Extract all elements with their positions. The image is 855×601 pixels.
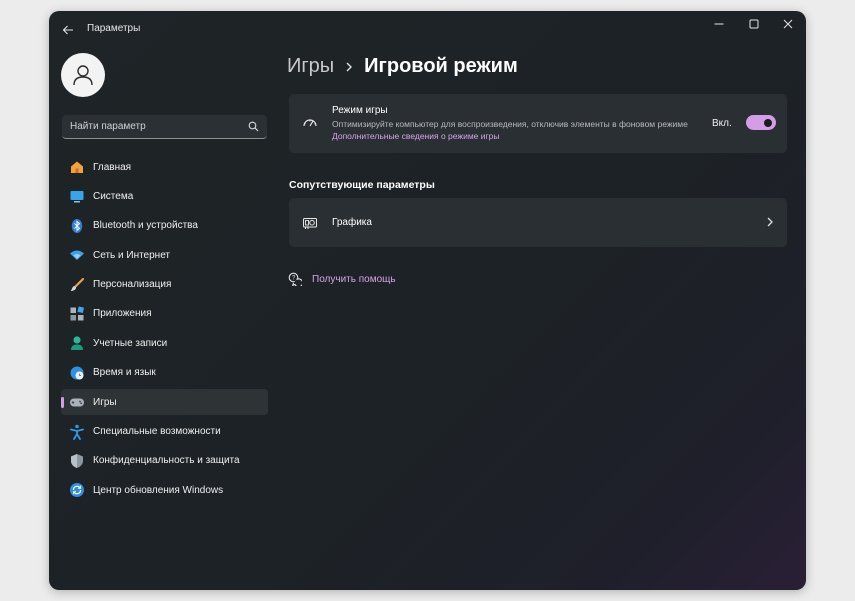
person-icon — [69, 335, 85, 351]
toggle-state-label: Вкл. — [712, 118, 732, 129]
bluetooth-icon — [69, 218, 85, 234]
monitor-icon — [69, 188, 85, 204]
graphics-label: Графика — [332, 217, 372, 228]
minimize-button[interactable] — [702, 13, 736, 35]
user-icon — [73, 65, 93, 86]
sidebar-item-label: Учетные записи — [93, 337, 168, 349]
apps-icon — [69, 306, 85, 322]
sidebar-item-time-language[interactable]: Время и язык — [61, 360, 268, 386]
sidebar-item-home[interactable]: Главная — [61, 154, 268, 180]
sidebar-item-label: Время и язык — [93, 367, 156, 379]
close-button[interactable] — [771, 13, 805, 35]
game-mode-title: Режим игры — [332, 105, 388, 116]
get-help-row[interactable]: ? Получить помощь — [288, 272, 396, 286]
app-title: Параметры — [87, 23, 141, 34]
title-bar: Параметры — [49, 11, 806, 47]
chevron-right-icon — [344, 61, 354, 73]
sidebar-item-label: Система — [93, 190, 134, 202]
sidebar-item-accessibility[interactable]: Специальные возможности — [61, 419, 268, 445]
back-button[interactable] — [57, 19, 79, 41]
sidebar-item-label: Главная — [93, 161, 132, 173]
breadcrumb-parent[interactable]: Игры — [287, 55, 334, 78]
graphics-card[interactable]: Графика — [289, 198, 787, 247]
sidebar-item-label: Специальные возможности — [93, 426, 221, 438]
sidebar-nav: Главная Система Bluetooth и устройства С… — [61, 154, 268, 507]
help-chat-icon: ? — [288, 272, 302, 286]
minimize-icon — [714, 23, 724, 25]
sidebar-item-accounts[interactable]: Учетные записи — [61, 330, 268, 356]
arrow-left-icon — [62, 25, 73, 35]
sidebar-item-system[interactable]: Система — [61, 183, 268, 209]
chevron-right-icon — [767, 217, 773, 227]
related-settings-heading: Сопутствующие параметры — [289, 179, 435, 191]
toggle-knob — [764, 118, 772, 127]
accessibility-icon — [69, 424, 85, 440]
sidebar-item-network[interactable]: Сеть и Интернет — [61, 242, 268, 268]
sidebar-item-label: Bluetooth и устройства — [93, 220, 198, 232]
game-mode-description: Оптимизируйте компьютер для воспроизведе… — [332, 119, 688, 129]
shield-icon — [69, 453, 85, 469]
game-mode-learn-more-link[interactable]: Дополнительные сведения о режиме игры — [332, 131, 499, 141]
speedometer-icon — [303, 119, 317, 127]
globe-clock-icon — [69, 365, 85, 381]
page-title: Игровой режим — [364, 55, 518, 77]
search-box[interactable] — [62, 115, 267, 139]
graphics-card-icon — [303, 218, 317, 229]
close-icon — [783, 19, 793, 29]
settings-window: Параметры Главная — [49, 11, 806, 590]
get-help-link[interactable]: Получить помощь — [312, 274, 396, 285]
sidebar-item-label: Сеть и Интернет — [93, 249, 171, 261]
maximize-button[interactable] — [737, 13, 771, 35]
game-mode-card: Режим игры Оптимизируйте компьютер для в… — [289, 94, 787, 153]
avatar[interactable] — [61, 53, 105, 97]
game-mode-toggle[interactable] — [746, 115, 776, 130]
update-icon — [69, 482, 85, 498]
sidebar-item-apps[interactable]: Приложения — [61, 301, 268, 327]
sidebar-item-bluetooth[interactable]: Bluetooth и устройства — [61, 213, 268, 239]
breadcrumb: Игры Игровой режим — [287, 55, 518, 78]
sidebar-item-windows-update[interactable]: Центр обновления Windows — [61, 477, 268, 503]
home-icon — [69, 159, 85, 175]
sidebar-item-gaming[interactable]: Игры — [61, 389, 268, 416]
svg-text:?: ? — [292, 276, 296, 282]
brush-icon — [69, 277, 85, 293]
wifi-icon — [69, 247, 85, 263]
sidebar-item-label: Приложения — [93, 308, 152, 320]
gamepad-icon — [69, 394, 85, 410]
sidebar-item-label: Персонализация — [93, 279, 172, 291]
search-icon[interactable] — [248, 121, 259, 132]
search-input[interactable] — [70, 121, 230, 132]
sidebar-item-label: Центр обновления Windows — [93, 484, 224, 496]
sidebar-item-label: Игры — [93, 396, 117, 408]
sidebar-item-personalization[interactable]: Персонализация — [61, 272, 268, 298]
sidebar-item-privacy[interactable]: Конфиденциальность и защита — [61, 448, 268, 474]
sidebar-item-label: Конфиденциальность и защита — [93, 455, 240, 467]
maximize-icon — [749, 19, 759, 29]
